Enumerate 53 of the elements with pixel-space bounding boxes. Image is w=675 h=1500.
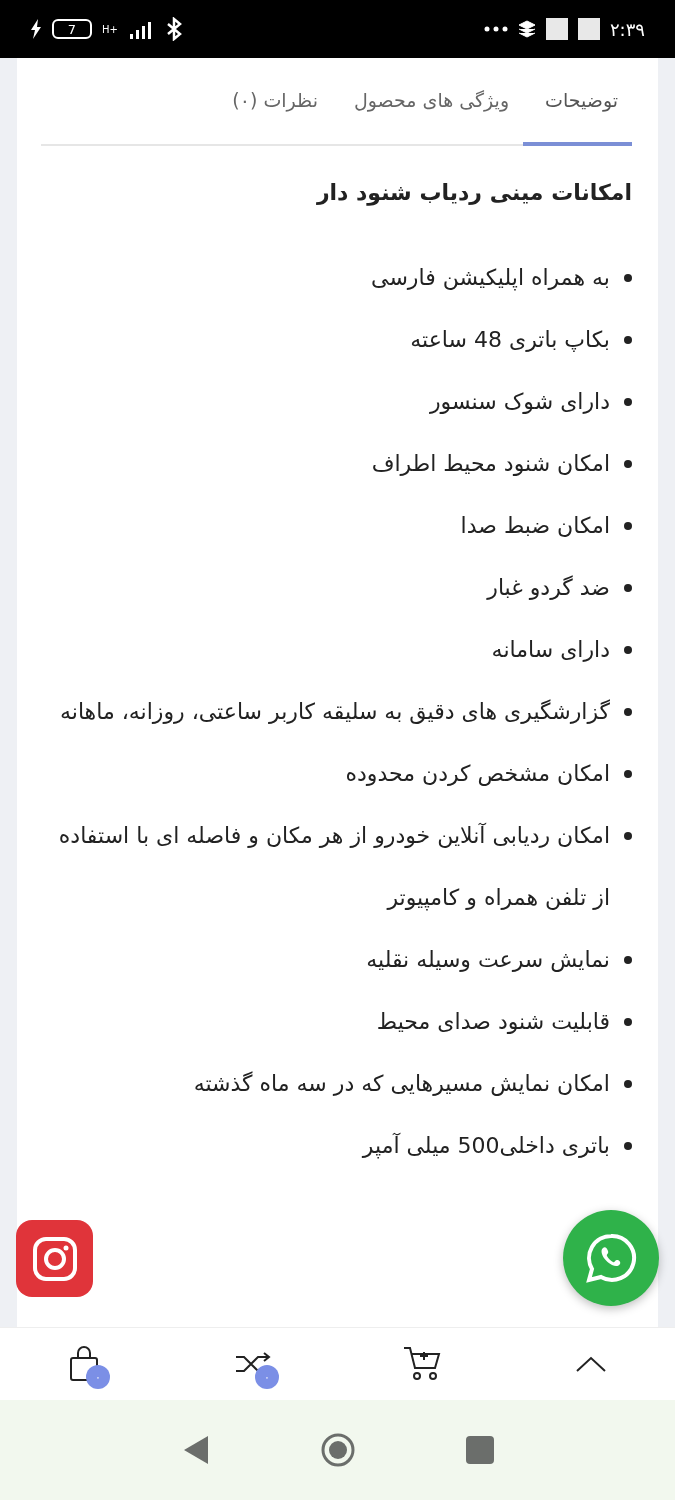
bullet-icon xyxy=(624,646,632,654)
notification-icon xyxy=(545,18,568,40)
instagram-button[interactable] xyxy=(16,1220,93,1297)
feature-text: بکاپ باتری 48 ساعته xyxy=(410,326,610,354)
bullet-icon xyxy=(624,1142,632,1150)
bullet-icon xyxy=(624,708,632,716)
bullet-icon xyxy=(624,770,632,778)
more-icon xyxy=(483,26,508,32)
feature-text: امکان شنود محیط اطراف xyxy=(371,450,610,478)
feature-text: قابلیت شنود صدای محیط xyxy=(376,1008,610,1036)
compare-button[interactable]: ۰ xyxy=(223,1339,284,1389)
bullet-icon xyxy=(624,584,632,592)
chevron-up-icon xyxy=(574,1355,607,1373)
tab[interactable]: توضیحات xyxy=(523,58,632,146)
layers-icon xyxy=(517,20,536,38)
feature-text: دارای شوک سنسور xyxy=(429,388,610,416)
network-type: H+ xyxy=(102,23,118,35)
bullet-icon xyxy=(624,832,632,840)
bullet-icon xyxy=(624,522,632,530)
feature-text: باتری داخلی500 میلی آمپر xyxy=(362,1132,610,1161)
feature-text: گزارشگیری های دقیق به سلیقه کاربر ساعتی، روزانه، ماهانه xyxy=(60,698,610,726)
bullet-icon xyxy=(624,1018,632,1026)
charging-icon xyxy=(30,19,42,39)
count-badge: ۰ xyxy=(86,1365,111,1389)
clock: ۲:۳۹ xyxy=(609,18,645,40)
feature-text: امکان نمایش مسیرهایی که در سه ماه گذشته xyxy=(193,1070,610,1098)
cart-icon xyxy=(401,1346,442,1382)
feature-text: نمایش سرعت وسیله نقلیه xyxy=(366,946,610,974)
notification-icon xyxy=(577,18,600,40)
feature-text: امکان ردیابی آنلاین خودرو از هر مکان و فاصله ای با استفاده از تلفن همراه و کامپیوتر xyxy=(57,822,610,913)
signal-icon xyxy=(127,19,154,39)
feature-text: ضد گردو غبار xyxy=(487,574,610,602)
bullet-icon xyxy=(624,1080,632,1088)
bullet-icon xyxy=(624,274,632,282)
feature-text: به همراه اپلیکیشن فارسی xyxy=(371,264,610,293)
bag-icon xyxy=(68,1346,101,1382)
recents-icon xyxy=(465,1436,494,1464)
bullet-icon xyxy=(624,336,632,344)
feature-text: دارای سامانه xyxy=(491,636,610,664)
feature-text: امکان ضبط صدا xyxy=(460,512,610,540)
instagram-icon xyxy=(31,1235,78,1282)
battery-level: 7 xyxy=(52,19,92,39)
tab[interactable]: نظرات (۰) xyxy=(210,58,332,146)
tab[interactable]: ویژگی های محصول xyxy=(331,58,524,146)
bullet-icon xyxy=(624,398,632,406)
whatsapp-icon xyxy=(584,1231,638,1285)
home-icon xyxy=(319,1432,356,1468)
count-badge: ۰ xyxy=(255,1365,280,1389)
feature-text: امکان مشخص کردن محدوده xyxy=(345,760,610,788)
section-heading: امکانات مینی ردیاب شنود دار xyxy=(315,180,632,205)
bullet-icon xyxy=(624,460,632,468)
bullet-icon xyxy=(624,956,632,964)
bag-button[interactable]: ۰ xyxy=(54,1339,115,1389)
